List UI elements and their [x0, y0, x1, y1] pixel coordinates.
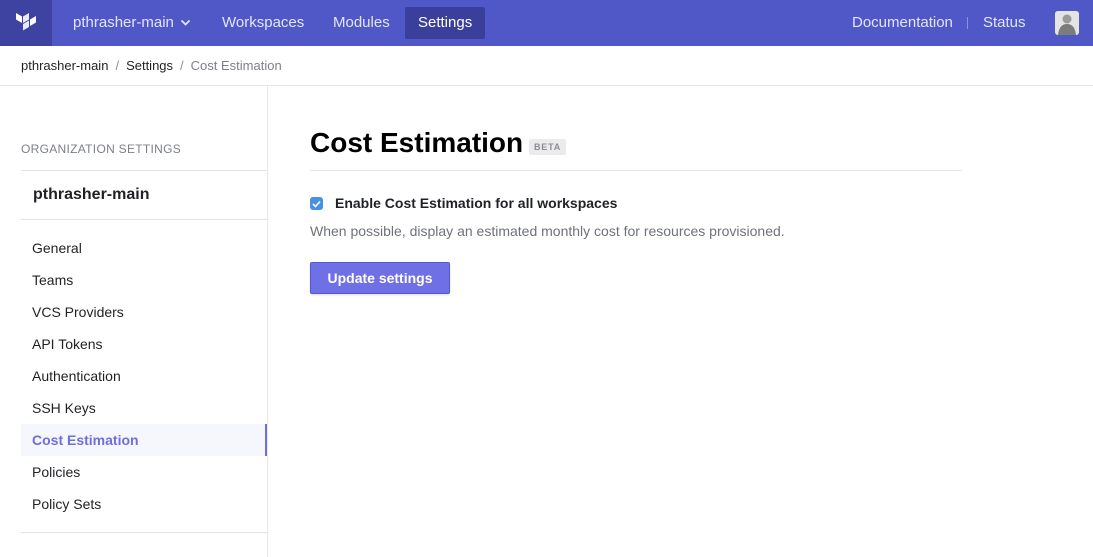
breadcrumb-separator: /: [115, 58, 120, 73]
sidebar-divider: [21, 170, 267, 171]
chevron-down-icon: [180, 19, 191, 26]
sidebar-divider: [21, 219, 267, 220]
header-divider: [0, 85, 1093, 86]
status-link[interactable]: Status: [983, 14, 1026, 31]
sidebar-item-api-tokens[interactable]: API Tokens: [21, 328, 267, 360]
sidebar-heading: ORGANIZATION SETTINGS: [21, 142, 182, 156]
sidebar-item-policy-sets[interactable]: Policy Sets: [21, 488, 267, 520]
title-divider: [310, 170, 962, 171]
sidebar-item-vcs-providers[interactable]: VCS Providers: [21, 296, 267, 328]
sidebar-border: [267, 86, 268, 557]
sidebar-item-teams[interactable]: Teams: [21, 264, 267, 296]
user-photo-icon: [1055, 11, 1079, 35]
nav-modules[interactable]: Modules: [320, 7, 403, 39]
nav-settings[interactable]: Settings: [405, 7, 486, 39]
sidebar-item-cost-estimation[interactable]: Cost Estimation: [21, 424, 268, 456]
breadcrumb-settings[interactable]: Settings: [126, 58, 173, 73]
sidebar-item-policies[interactable]: Policies: [21, 456, 267, 488]
page-title: Cost Estimation: [310, 127, 524, 158]
breadcrumb: pthrasher-main / Settings / Cost Estimat…: [21, 58, 282, 73]
checkmark-icon: [312, 200, 321, 208]
sidebar-item-general[interactable]: General: [21, 232, 267, 264]
sidebar-divider: [21, 532, 267, 533]
update-settings-button[interactable]: Update settings: [310, 262, 450, 294]
breadcrumb-separator: /: [180, 58, 184, 73]
top-navigation: pthrasher-main Workspaces Modules Settin…: [0, 0, 1093, 46]
enable-cost-estimation-label[interactable]: Enable Cost Estimation for all workspace…: [335, 195, 617, 211]
organization-name: pthrasher-main: [73, 14, 174, 31]
user-avatar[interactable]: [1055, 11, 1079, 35]
nav-workspaces[interactable]: Workspaces: [209, 7, 317, 39]
enable-cost-estimation-checkbox[interactable]: [310, 197, 323, 210]
sidebar-item-ssh-keys[interactable]: SSH Keys: [21, 392, 267, 424]
help-text: When possible, display an estimated mont…: [310, 223, 785, 239]
breadcrumb-organization[interactable]: pthrasher-main: [21, 58, 108, 73]
breadcrumb-current: Cost Estimation: [190, 58, 282, 73]
organization-switcher[interactable]: pthrasher-main: [73, 14, 191, 31]
sidebar-item-authentication[interactable]: Authentication: [21, 360, 267, 392]
sidebar-organization-name: pthrasher-main: [33, 186, 150, 203]
documentation-link[interactable]: Documentation: [852, 14, 953, 31]
nav-divider: [967, 17, 968, 29]
terraform-logo[interactable]: [0, 0, 52, 46]
beta-badge: BETA: [529, 139, 567, 155]
terraform-logo-icon: [16, 13, 36, 31]
